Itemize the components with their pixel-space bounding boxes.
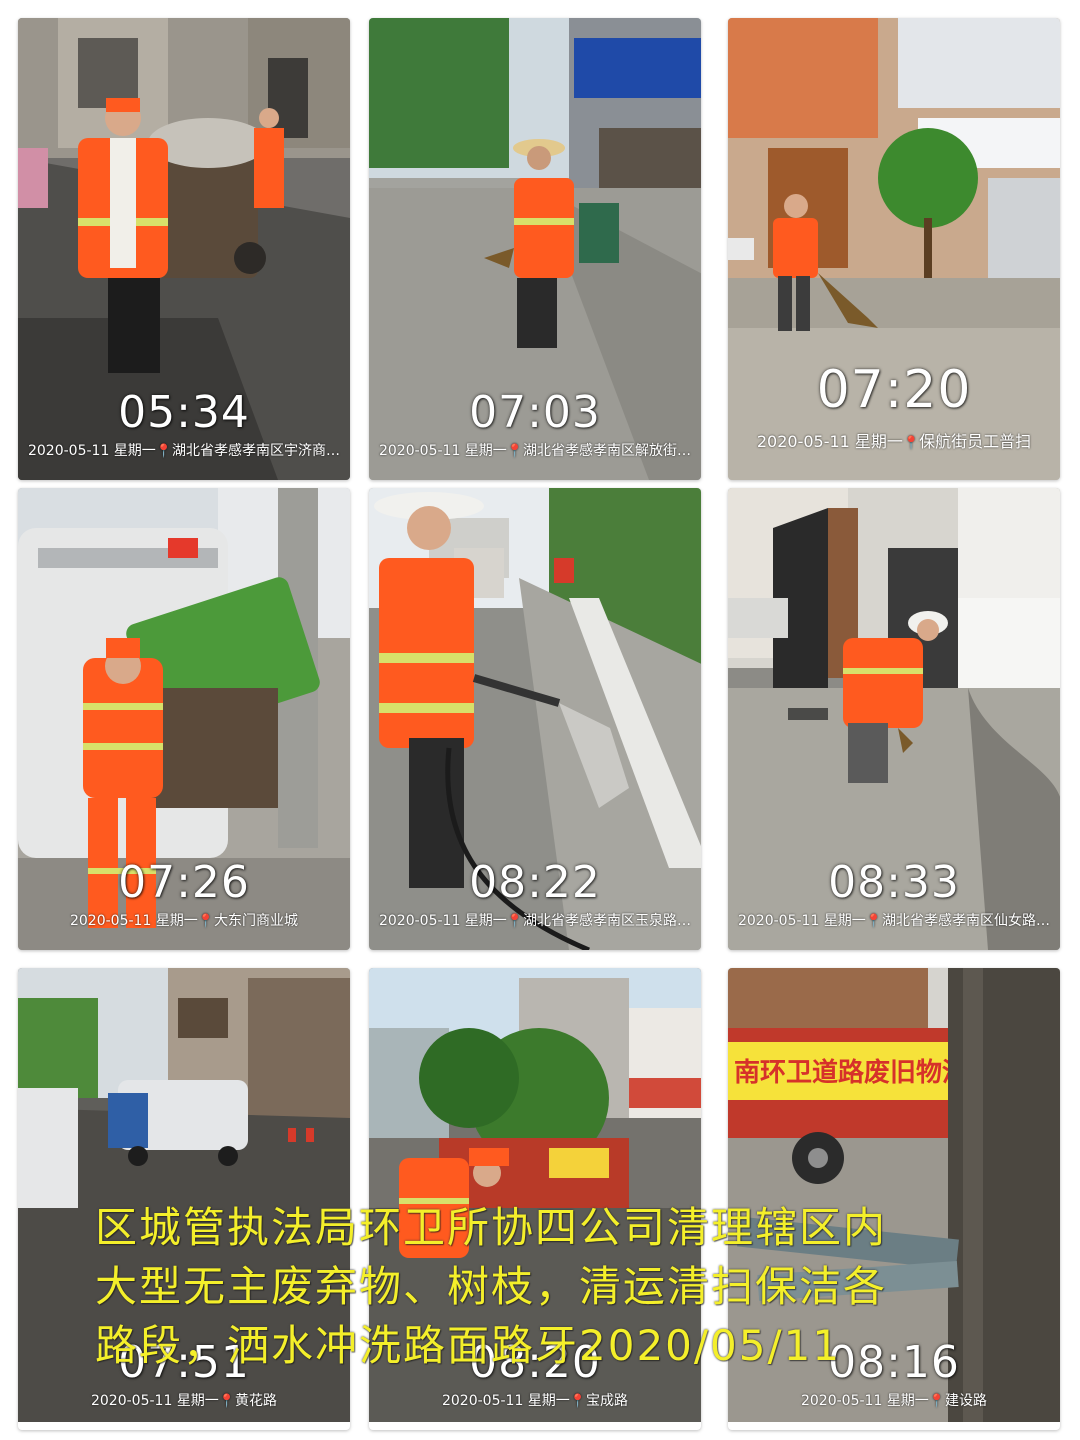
timestamp-meta: 2020-05-11 星期一📍保航街员工普扫	[728, 428, 1060, 452]
timestamp-meta: 2020-05-11 星期一📍湖北省孝感孝南区玉泉路…	[369, 910, 701, 930]
date-label: 2020-05-11	[737, 913, 820, 929]
location-pin-icon: 📍	[902, 436, 920, 451]
location-label: 宝成路	[586, 1393, 628, 1409]
caption-line-2: 大型无主废弃物、树枝，清运清扫保洁各	[95, 1262, 888, 1311]
location-pin-icon: 📍	[506, 444, 523, 459]
location-label: 湖北省孝感孝南区仙女路…	[882, 913, 1050, 929]
location-pin-icon: 📍	[928, 1394, 945, 1409]
photo-tile-4[interactable]: 07:26 2020-05-11 星期一📍大东门商业城	[18, 488, 350, 950]
photo-tile-2[interactable]: 07:03 2020-05-11 星期一📍湖北省孝感孝南区解放街…	[369, 18, 701, 480]
weekday-label: 星期一	[464, 913, 507, 929]
date-label: 2020-05-11	[378, 443, 461, 459]
weekday-label: 星期一	[113, 443, 156, 459]
date-label: 2020-05-11	[378, 913, 461, 929]
timestamp-meta: 2020-05-11 星期一📍湖北省孝感孝南区仙女路…	[728, 910, 1060, 930]
caption-line-3: 路段，洒水冲洗路面路牙2020/05/11	[95, 1321, 842, 1370]
location-pin-icon: 📍	[569, 1394, 586, 1409]
location-label: 湖北省孝感孝南区宇济商…	[172, 443, 340, 459]
date-label: 2020-05-11	[90, 1393, 173, 1409]
location-pin-icon: 📍	[218, 1394, 235, 1409]
weekday-label: 星期一	[886, 1393, 929, 1409]
timestamp-time: 08:22	[469, 857, 601, 908]
location-pin-icon: 📍	[506, 914, 523, 929]
timestamp-time: 05:34	[118, 387, 250, 438]
weekday-label: 星期一	[823, 913, 866, 929]
overlay-caption: 区城管执法局环卫所协四公司清理辖区内 大型无主废弃物、树枝，清运清扫保洁各 路段…	[95, 1198, 1025, 1375]
weekday-label: 星期一	[854, 432, 903, 451]
timestamp-time: 08:33	[828, 857, 960, 908]
date-label: 2020-05-11	[27, 443, 110, 459]
timestamp-meta: 2020-05-11 星期一📍黄花路	[18, 1390, 350, 1410]
location-label: 建设路	[945, 1393, 987, 1409]
location-pin-icon: 📍	[197, 914, 214, 929]
location-pin-icon: 📍	[155, 444, 172, 459]
location-label: 大东门商业城	[214, 913, 298, 929]
location-label: 湖北省孝感孝南区玉泉路…	[523, 913, 691, 929]
timestamp-meta: 2020-05-11 星期一📍湖北省孝感孝南区宇济商…	[18, 440, 350, 460]
date-label: 2020-05-11	[800, 1393, 883, 1409]
location-pin-icon: 📍	[865, 914, 882, 929]
timestamp-time: 07:26	[118, 857, 250, 908]
weekday-label: 星期一	[464, 443, 507, 459]
timestamp-meta: 2020-05-11 星期一📍建设路	[728, 1390, 1060, 1410]
date-label: 2020-05-11	[441, 1393, 524, 1409]
date-label: 2020-05-11	[69, 913, 152, 929]
location-label: 保航街员工普扫	[919, 432, 1032, 451]
timestamp-meta: 2020-05-11 星期一📍湖北省孝感孝南区解放街…	[369, 440, 701, 460]
photo-tile-3[interactable]: 07:20 2020-05-11 星期一📍保航街员工普扫	[728, 18, 1060, 480]
weekday-label: 星期一	[527, 1393, 570, 1409]
caption-line-1: 区城管执法局环卫所协四公司清理辖区内	[95, 1203, 888, 1252]
photo-tile-1[interactable]: 05:34 2020-05-11 星期一📍湖北省孝感孝南区宇济商…	[18, 18, 350, 480]
photo-tile-5[interactable]: 08:22 2020-05-11 星期一📍湖北省孝感孝南区玉泉路…	[369, 488, 701, 950]
location-label: 黄花路	[235, 1393, 277, 1409]
timestamp-meta: 2020-05-11 星期一📍宝成路	[369, 1390, 701, 1410]
photo-tile-6[interactable]: 08:33 2020-05-11 星期一📍湖北省孝感孝南区仙女路…	[728, 488, 1060, 950]
weekday-label: 星期一	[176, 1393, 219, 1409]
timestamp-time: 07:20	[816, 360, 972, 420]
weekday-label: 星期一	[155, 913, 198, 929]
location-label: 湖北省孝感孝南区解放街…	[523, 443, 691, 459]
timestamp-meta: 2020-05-11 星期一📍大东门商业城	[18, 910, 350, 930]
timestamp-time: 07:03	[469, 387, 601, 438]
date-label: 2020-05-11	[756, 432, 850, 451]
